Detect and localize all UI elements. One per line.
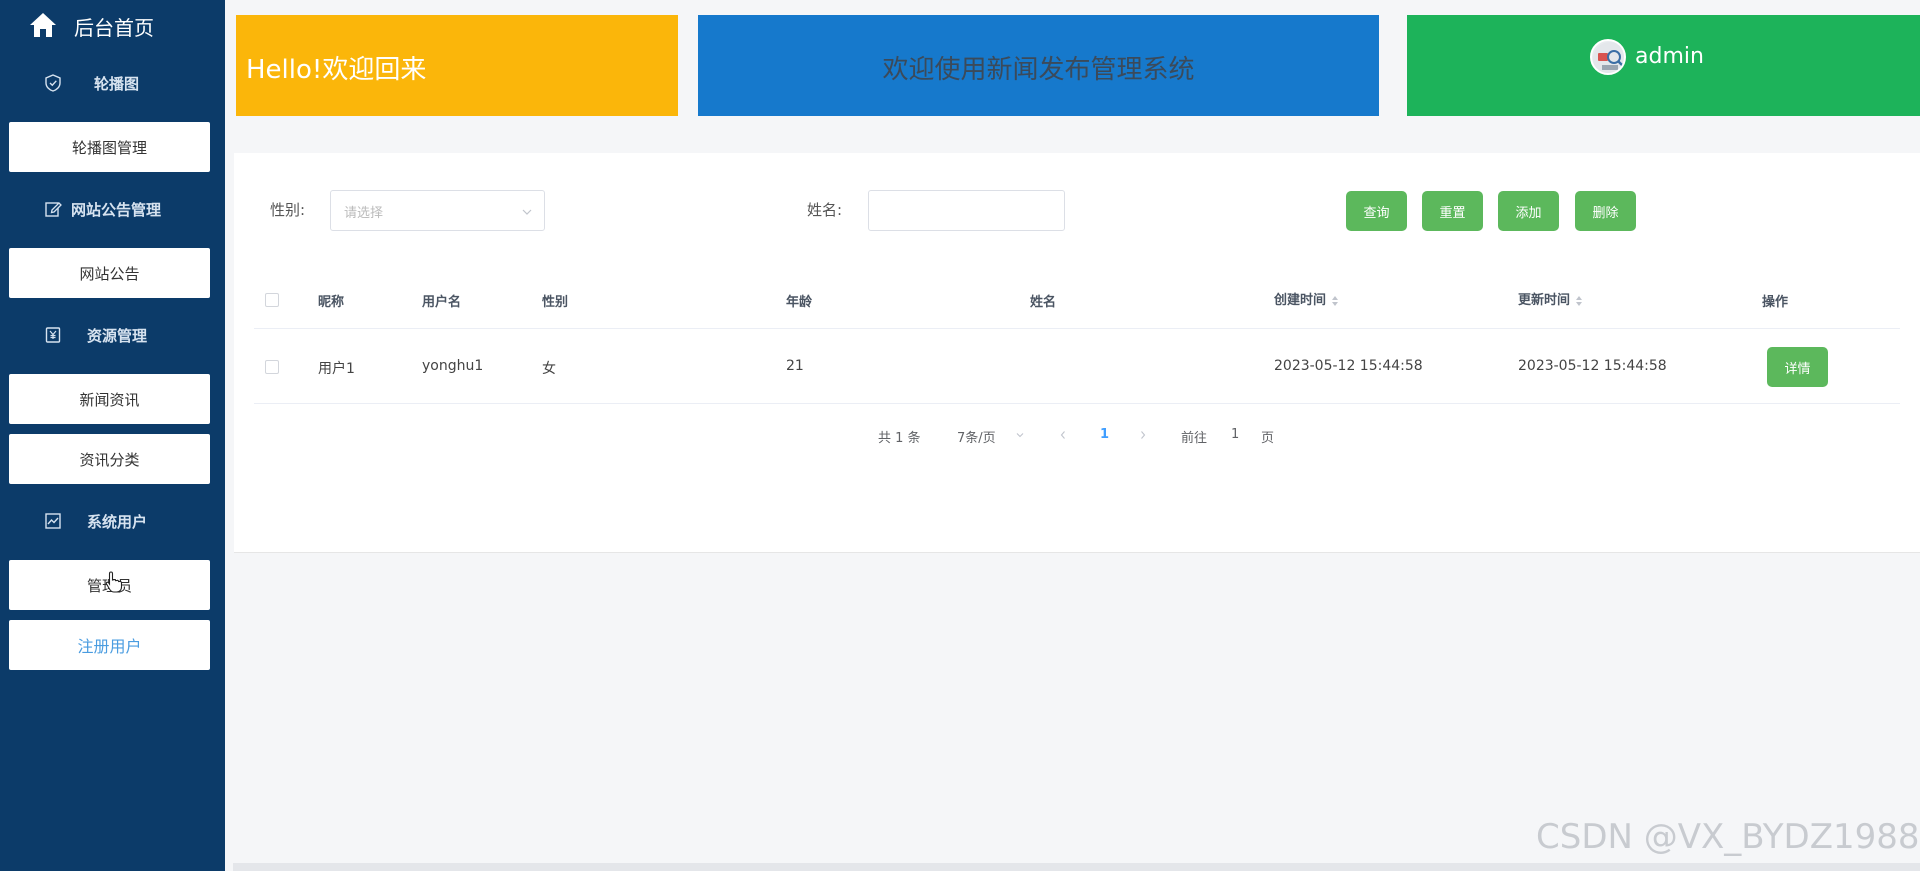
prev-page-icon[interactable] (1059, 430, 1067, 440)
sidebar-group-resources[interactable]: 资源管理 (0, 308, 225, 364)
shield-icon (45, 74, 61, 92)
chevron-down-icon (522, 209, 532, 215)
column-header-actions: 操作 (1762, 295, 1789, 310)
system-title: 欢迎使用新闻发布管理系统 (882, 55, 1195, 85)
sidebar-group-carousel[interactable]: 轮播图 (0, 56, 225, 112)
pagination-total: 共 1 条 (878, 431, 921, 446)
gender-filter-label: 性别: (270, 201, 306, 219)
column-header-created[interactable]: 创建时间 (1274, 289, 1339, 308)
chevron-down-icon[interactable] (1016, 430, 1024, 440)
system-title-card: 欢迎使用新闻发布管理系统 (698, 15, 1379, 116)
avatar-icon (1593, 42, 1624, 73)
query-button[interactable]: 查询 (1346, 191, 1407, 231)
user-card[interactable]: admin (1407, 15, 1920, 116)
name-filter-label: 姓名: (807, 201, 843, 219)
main-panel: 性别: 请选择 姓名: 查询 重置 添加 删除 昵称 用户名 性别 年龄 姓名 … (234, 153, 1920, 553)
sidebar-item-registered-users[interactable]: 注册用户 (9, 620, 210, 670)
cell-updated: 2023-05-12 15:44:58 (1518, 358, 1667, 374)
column-header-updated[interactable]: 更新时间 (1518, 289, 1583, 308)
sidebar-group-announcements[interactable]: 网站公告管理 (0, 182, 225, 238)
money-icon (45, 327, 61, 343)
sidebar-footer (0, 683, 225, 871)
goto-page-input[interactable]: 1 (1231, 427, 1239, 442)
home-icon (30, 13, 56, 37)
cell-created: 2023-05-12 15:44:58 (1274, 358, 1423, 374)
sidebar-group-label: 轮播图 (94, 75, 140, 93)
avatar[interactable] (1590, 39, 1626, 75)
select-all-checkbox[interactable] (265, 293, 279, 307)
sidebar-item-carousel-manage[interactable]: 轮播图管理 (9, 122, 210, 172)
delete-button[interactable]: 删除 (1575, 191, 1636, 231)
cell-age: 21 (786, 358, 804, 374)
sidebar: 后台首页 轮播图 轮播图管理 网站公告管理 网站公告 资源管理 新闻资讯 资讯分… (0, 0, 225, 871)
row-checkbox[interactable] (265, 360, 279, 374)
sidebar-item-label: 资讯分类 (79, 450, 140, 469)
sidebar-group-system-users[interactable]: 系统用户 (0, 494, 225, 550)
sidebar-group-label: 网站公告管理 (71, 201, 162, 219)
watermark: CSDN @VX_BYDZ1988 (1536, 817, 1920, 857)
sidebar-item-announcement[interactable]: 网站公告 (9, 248, 210, 298)
detail-button[interactable]: 详情 (1767, 347, 1828, 387)
sidebar-item-label: 轮播图管理 (71, 138, 147, 157)
column-header-gender: 性别 (542, 295, 569, 310)
app-root: 后台首页 轮播图 轮播图管理 网站公告管理 网站公告 资源管理 新闻资讯 资讯分… (0, 0, 1920, 871)
welcome-text: Hello!欢迎回来 (246, 55, 427, 85)
page-size-select[interactable]: 7条/页 (957, 427, 996, 446)
next-page-icon[interactable] (1139, 430, 1147, 440)
sidebar-item-label: 新闻资讯 (79, 390, 140, 409)
name-input[interactable] (868, 190, 1065, 231)
sidebar-item-news-category[interactable]: 资讯分类 (9, 434, 210, 484)
column-header-name: 姓名 (1030, 295, 1057, 310)
mouse-cursor-icon (105, 571, 123, 593)
sidebar-item-label: 网站公告 (79, 264, 140, 283)
username[interactable]: admin (1635, 44, 1704, 69)
sidebar-group-label: 资源管理 (87, 327, 148, 345)
sidebar-home[interactable]: 后台首页 (0, 0, 225, 50)
table-divider (254, 328, 1900, 329)
cell-gender: 女 (542, 361, 556, 377)
goto-prefix: 前往 (1181, 431, 1208, 446)
sort-icon[interactable] (1575, 294, 1583, 308)
column-header-label: 更新时间 (1518, 293, 1571, 308)
cell-username: yonghu1 (422, 358, 484, 374)
cell-nickname: 用户1 (318, 361, 355, 377)
current-page[interactable]: 1 (1100, 427, 1109, 442)
add-button[interactable]: 添加 (1498, 191, 1559, 231)
sidebar-group-label: 系统用户 (87, 513, 148, 531)
edit-icon (45, 202, 62, 217)
sidebar-item-news[interactable]: 新闻资讯 (9, 374, 210, 424)
goto-suffix: 页 (1261, 431, 1275, 446)
gender-select[interactable]: 请选择 (330, 190, 545, 231)
welcome-card: Hello!欢迎回来 (236, 15, 678, 116)
sidebar-home-label: 后台首页 (74, 16, 154, 40)
sidebar-item-label: 注册用户 (77, 637, 142, 656)
column-header-username: 用户名 (422, 295, 462, 310)
column-header-label: 创建时间 (1274, 293, 1327, 308)
gender-select-placeholder: 请选择 (344, 206, 384, 221)
sort-icon[interactable] (1331, 294, 1339, 308)
table-divider (254, 403, 1900, 404)
reset-button[interactable]: 重置 (1422, 191, 1483, 231)
column-header-nickname: 昵称 (318, 295, 345, 310)
horizontal-scrollbar[interactable] (233, 863, 1920, 871)
chart-icon (45, 513, 61, 529)
column-header-age: 年龄 (786, 295, 813, 310)
